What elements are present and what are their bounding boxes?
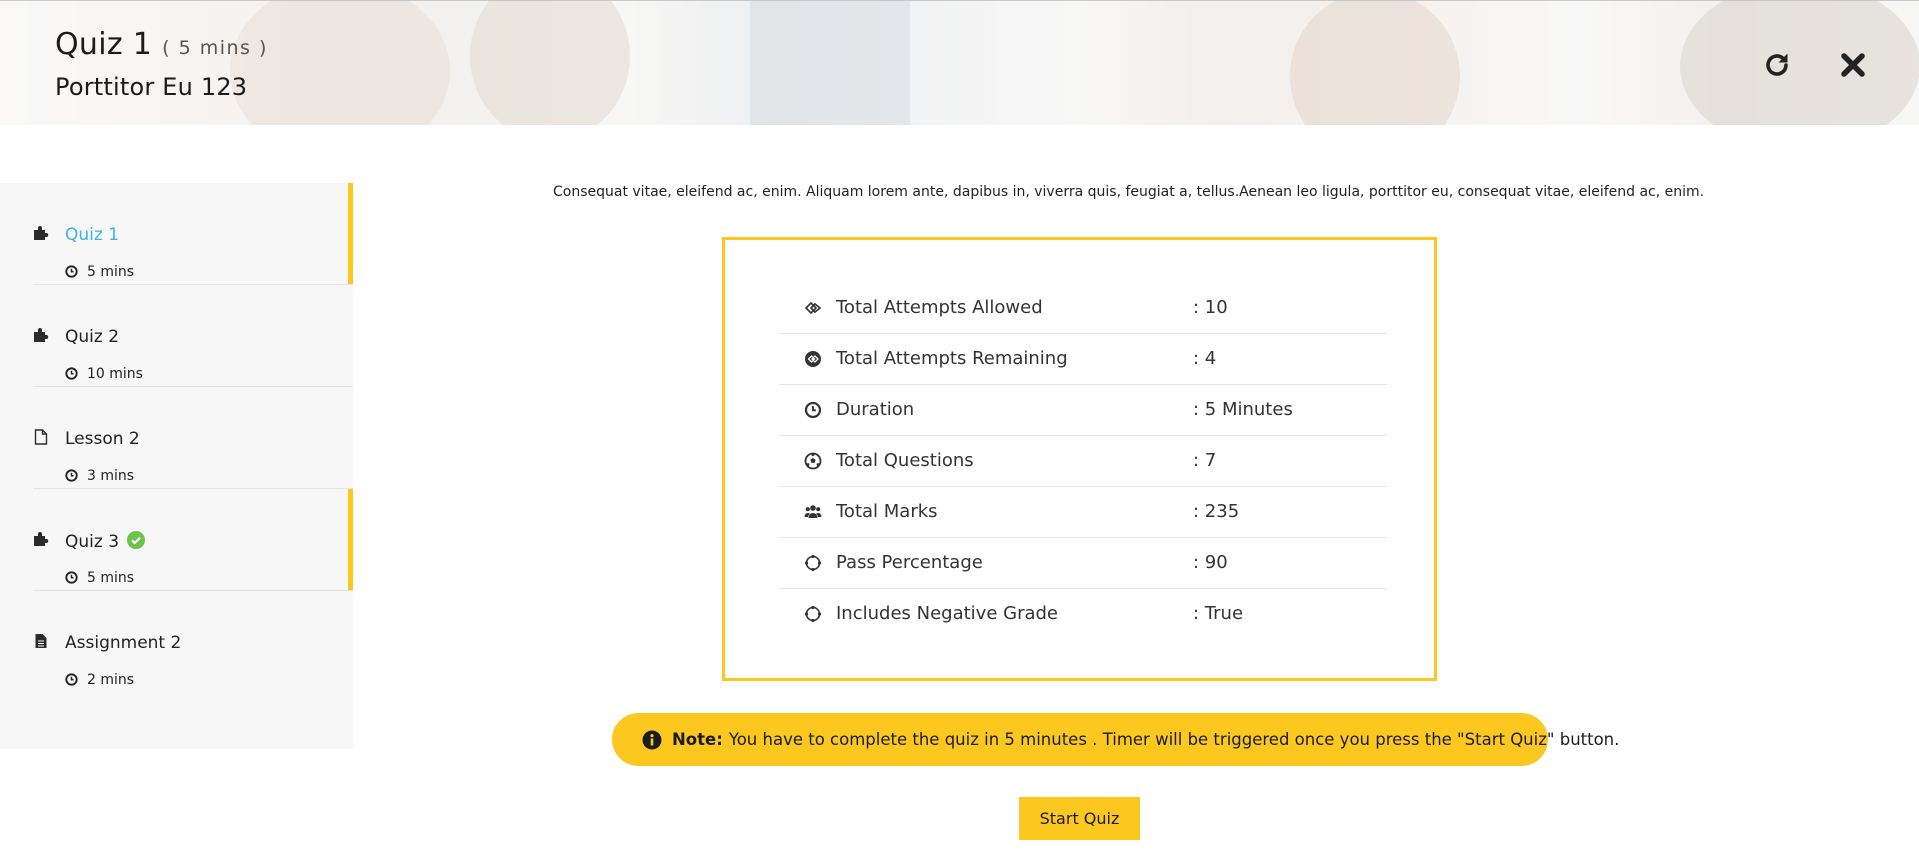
- sidebar-item-duration: 10 mins: [87, 366, 143, 382]
- quiz-title-text: Quiz 1: [55, 27, 153, 62]
- sidebar: Quiz 1 5 mins Quiz 2 10 mins Lesson 2 3 …: [0, 183, 353, 749]
- sidebar-item-duration: 2 mins: [87, 672, 135, 688]
- attempts-remaining-icon: [805, 351, 821, 367]
- sidebar-item-label: Quiz 1: [65, 225, 120, 245]
- spinner-icon: [804, 605, 822, 623]
- info-row-attempts-allowed: Total Attempts Allowed : 10: [779, 283, 1387, 334]
- puzzle-icon: [34, 532, 49, 546]
- info-label: Includes Negative Grade: [836, 603, 1059, 624]
- course-title: Porttitor Eu 123: [55, 73, 248, 101]
- info-row-negative-grade: Includes Negative Grade : True: [779, 589, 1387, 640]
- soccer-ball-icon: [804, 452, 822, 470]
- info-row-total-questions: Total Questions : 7: [779, 436, 1387, 487]
- banner-overlay: [0, 1, 1919, 125]
- sidebar-item-label-wrap: Quiz 3: [65, 531, 146, 552]
- sidebar-item-label: Assignment 2: [65, 633, 182, 653]
- spinner-icon: [804, 554, 822, 572]
- sidebar-item-quiz-3[interactable]: Quiz 3 5 mins: [33, 489, 353, 591]
- info-value: : 5 Minutes: [1193, 399, 1293, 420]
- info-row-attempts-remaining: Total Attempts Remaining : 4: [779, 334, 1387, 385]
- note-text: You have to complete the quiz in 5 minut…: [728, 730, 1620, 749]
- sidebar-item-duration: 5 mins: [87, 570, 135, 586]
- info-value: : 4: [1193, 348, 1217, 369]
- users-icon: [804, 505, 822, 518]
- file-text-icon: [35, 634, 47, 648]
- note-banner: Note: You have to complete the quiz in 5…: [612, 713, 1619, 766]
- clock-icon: [65, 265, 78, 278]
- note-label: Note:: [672, 730, 723, 749]
- info-value: : 235: [1193, 501, 1240, 522]
- close-icon: [1841, 53, 1865, 77]
- info-label: Total Attempts Remaining: [836, 348, 1068, 369]
- clock-icon: [65, 469, 78, 482]
- start-quiz-button[interactable]: Start Quiz: [1019, 797, 1140, 840]
- info-value: : 10: [1193, 297, 1228, 318]
- sidebar-item-label: Quiz 3: [65, 532, 120, 552]
- sidebar-item-label: Quiz 2: [65, 327, 120, 347]
- quiz-title: Quiz 1 ( 5 mins ): [55, 27, 268, 62]
- quiz-info-box: Total Attempts Allowed : 10 Total Attemp…: [722, 237, 1437, 681]
- info-label: Total Attempts Allowed: [836, 297, 1043, 318]
- clock-icon: [65, 571, 78, 584]
- info-label: Total Marks: [836, 501, 938, 522]
- clock-icon: [65, 367, 78, 380]
- refresh-icon: [1766, 53, 1788, 76]
- sidebar-item-duration: 3 mins: [87, 468, 135, 484]
- puzzle-icon: [34, 226, 49, 240]
- info-label: Total Questions: [836, 450, 974, 471]
- check-circle-icon: [127, 531, 146, 549]
- info-row-duration: Duration : 5 Minutes: [779, 385, 1387, 436]
- clock-icon: [804, 401, 822, 419]
- header-banner: Quiz 1 ( 5 mins ) Porttitor Eu 123: [0, 0, 1919, 125]
- refresh-button[interactable]: [1760, 48, 1794, 82]
- info-row-total-marks: Total Marks : 235: [779, 487, 1387, 538]
- sidebar-item-assignment-2[interactable]: Assignment 2 2 mins: [33, 591, 353, 693]
- info-value: : 90: [1193, 552, 1228, 573]
- sidebar-item-duration: 5 mins: [87, 264, 135, 280]
- quiz-duration: ( 5 mins ): [162, 37, 268, 59]
- file-outline-icon: [34, 429, 48, 445]
- clock-icon: [65, 673, 78, 686]
- sidebar-item-label: Lesson 2: [65, 429, 140, 449]
- quiz-description: Consequat vitae, eleifend ac, enim. Aliq…: [553, 184, 1705, 200]
- info-value: : True: [1193, 603, 1244, 624]
- info-value: : 7: [1193, 450, 1217, 471]
- sidebar-item-quiz-2[interactable]: Quiz 2 10 mins: [33, 285, 353, 387]
- info-row-pass-percentage: Pass Percentage : 90: [779, 538, 1387, 589]
- sidebar-item-lesson-2[interactable]: Lesson 2 3 mins: [33, 387, 353, 489]
- info-icon: [642, 730, 662, 749]
- info-label: Duration: [836, 399, 915, 420]
- puzzle-icon: [34, 328, 49, 342]
- sidebar-item-quiz-1[interactable]: Quiz 1 5 mins: [33, 183, 353, 285]
- close-button[interactable]: [1836, 48, 1870, 82]
- attempts-allowed-icon: [804, 301, 822, 315]
- info-label: Pass Percentage: [836, 552, 983, 573]
